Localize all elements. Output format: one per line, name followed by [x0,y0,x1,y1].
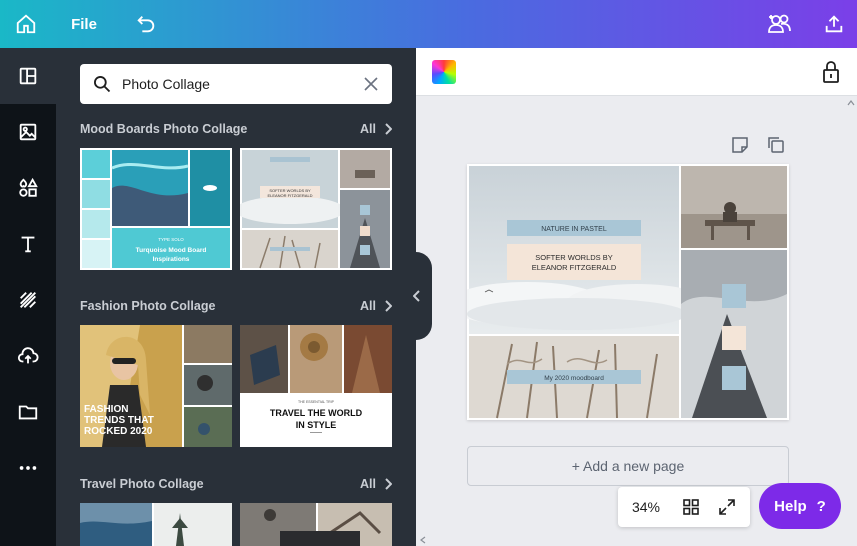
left-rail [0,48,56,546]
fashion-collage-image: FASHION TRENDS THAT ROCKED 2020 [80,325,232,447]
horizontal-scrollbar[interactable] [416,534,845,546]
banner-bottom-text: My 2020 moodboard [544,375,604,382]
undo-icon [137,16,155,33]
svg-text:Turquoise Mood Board: Turquoise Mood Board [136,247,207,254]
template-thumb-fashion[interactable]: FASHION TRENDS THAT ROCKED 2020 [80,325,232,447]
folder-icon [18,405,38,420]
home-button[interactable] [8,0,44,48]
clear-search-icon[interactable] [364,77,378,91]
section-title: Travel Photo Collage [80,477,204,491]
add-new-page-button[interactable]: + Add a new page [467,446,789,486]
editor-toolbar [416,48,857,96]
design-page[interactable]: NATURE IN PASTEL SOFTER WORLDS BY ELEANO… [447,164,789,420]
rail-photos[interactable] [0,104,56,160]
rail-background[interactable] [0,272,56,328]
section-title: Mood Boards Photo Collage [80,122,248,136]
lock-icon[interactable] [820,60,842,84]
undo-button[interactable] [128,0,164,48]
template-thumb-travel-style[interactable]: THE ESSENTIAL TRIP TRAVEL THE WORLD IN S… [240,325,392,447]
templates-icon [19,67,37,85]
banner-top-text: NATURE IN PASTEL [541,226,607,233]
chevron-left-icon [413,290,420,302]
thumb-caption-small: TYPE SOLO [158,237,184,242]
help-button[interactable]: Help ? [759,483,841,529]
svg-text:TRAVEL THE WORLD: TRAVEL THE WORLD [270,408,363,418]
svg-text:ROCKED 2020: ROCKED 2020 [84,426,153,437]
template-thumb-pastel[interactable]: SOFTER WORLDS BY ELEANOR FITZGERALD [240,148,392,270]
chevron-right-icon [385,478,392,490]
grid-view-icon[interactable] [682,498,700,516]
search-box [80,64,392,104]
share-people-icon [768,14,791,33]
travel-style-collage-image: THE ESSENTIAL TRIP TRAVEL THE WORLD IN S… [240,325,392,447]
rail-folders[interactable] [0,384,56,440]
zoom-level[interactable]: 34% [618,499,674,515]
template-thumb-travel-1[interactable] [80,503,232,546]
upload-icon [825,15,843,33]
search-input[interactable] [122,64,352,104]
headline-line-1: SOFTER WORLDS BY [535,253,613,262]
section-header-mood-boards: Mood Boards Photo Collage All [80,120,392,138]
thumb-caption-small: THE ESSENTIAL TRIP [298,400,335,404]
templates-panel: Mood Boards Photo Collage All TYPE SOLO … [56,48,416,546]
template-thumb-travel-2[interactable] [240,503,392,546]
svg-text:ELEANOR FITZGERALD: ELEANOR FITZGERALD [267,193,312,198]
more-icon [19,466,37,470]
svg-text:FASHION: FASHION [84,404,128,415]
duplicate-page-icon[interactable] [767,136,785,154]
help-label: Help [774,497,807,515]
see-all-link[interactable]: All [360,299,392,313]
collapse-panel-button[interactable] [402,252,432,340]
photos-icon [19,123,37,141]
travel-collage-image [240,503,392,546]
see-all-link[interactable]: All [360,477,392,491]
chevron-right-icon [385,123,392,135]
section-header-fashion: Fashion Photo Collage All [80,297,392,315]
elements-icon [19,177,38,197]
text-icon [21,236,35,253]
top-bar: File [0,0,857,48]
home-icon [16,14,36,34]
headline-box [507,244,641,280]
rail-text[interactable] [0,216,56,272]
share-people-button[interactable] [762,0,798,48]
zoom-controls: 34% [618,487,750,527]
vertical-scrollbar[interactable] [845,96,857,536]
template-thumb-turquoise[interactable]: TYPE SOLO Turquoise Mood Board Inspirati… [80,148,232,270]
svg-text:TRENDS THAT: TRENDS THAT [84,415,154,426]
file-menu-button[interactable]: File [66,0,102,48]
headline-line-2: ELEANOR FITZGERALD [532,263,617,272]
add-note-icon[interactable] [731,136,749,154]
travel-collage-image [80,503,232,546]
uploads-icon [17,347,39,364]
svg-text:IN STYLE: IN STYLE [296,420,337,430]
moodboard-design: NATURE IN PASTEL SOFTER WORLDS BY ELEANO… [447,164,789,420]
rail-more[interactable] [0,440,56,496]
pastel-collage-image: SOFTER WORLDS BY ELEANOR FITZGERALD [240,148,392,270]
rail-uploads[interactable] [0,328,56,384]
svg-text:Inspirations: Inspirations [153,256,190,263]
turquoise-collage-image: TYPE SOLO Turquoise Mood Board Inspirati… [80,148,232,270]
background-icon [20,292,36,308]
help-question-icon: ? [816,497,826,515]
rail-templates[interactable] [0,48,56,104]
search-icon [94,76,111,93]
rail-elements[interactable] [0,160,56,216]
section-title: Fashion Photo Collage [80,299,216,313]
see-all-link[interactable]: All [360,122,392,136]
color-picker-button[interactable] [432,60,456,84]
section-header-travel: Travel Photo Collage All [80,475,392,493]
fullscreen-icon[interactable] [718,498,736,516]
chevron-right-icon [385,300,392,312]
publish-button[interactable] [816,0,852,48]
